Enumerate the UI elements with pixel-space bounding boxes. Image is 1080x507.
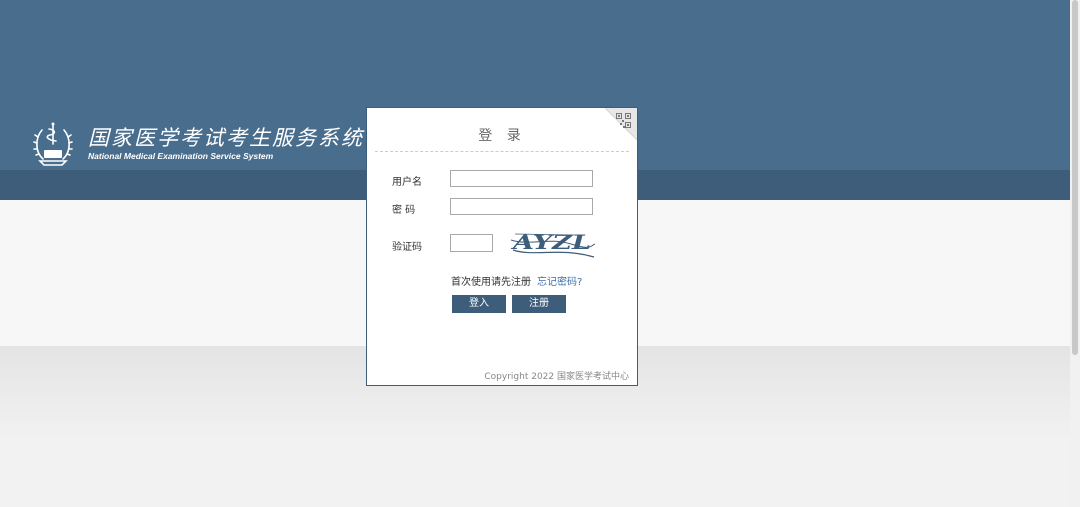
login-title: 登 录	[478, 128, 526, 144]
register-button[interactable]: 注册	[512, 295, 566, 313]
password-input[interactable]	[450, 198, 593, 215]
scrollbar-thumb[interactable]	[1072, 0, 1078, 355]
forgot-password-link[interactable]: 忘记密码?	[537, 277, 582, 288]
captcha-image[interactable]: AYZL	[509, 226, 597, 262]
username-input[interactable]	[450, 170, 593, 187]
password-label: 密 码	[392, 205, 416, 216]
username-label: 用户名	[392, 177, 422, 188]
links-row: 首次使用请先注册 忘记密码?	[451, 273, 582, 288]
title-divider	[375, 151, 629, 152]
captcha-text: AYZL	[510, 230, 591, 254]
copyright-text: Copyright 2022 国家医学考试中心	[484, 372, 629, 382]
first-use-text: 首次使用请先注册	[451, 277, 531, 288]
vertical-scrollbar[interactable]	[1070, 0, 1080, 507]
medical-emblem-icon	[33, 122, 73, 166]
captcha-label: 验证码	[392, 242, 422, 253]
brand-title-cn: 国家医学考试考生服务系统	[88, 126, 364, 150]
brand-title-en: National Medical Examination Service Sys…	[88, 151, 274, 161]
brand-logo: 国家医学考试考生服务系统 National Medical Examinatio…	[32, 120, 364, 166]
login-panel: 登 录 用户名 密 码 验证码 AYZL 首次使用请先注册 忘记密码? 登入 注册…	[366, 107, 638, 386]
captcha-input[interactable]	[450, 234, 493, 252]
login-button[interactable]: 登入	[452, 295, 506, 313]
